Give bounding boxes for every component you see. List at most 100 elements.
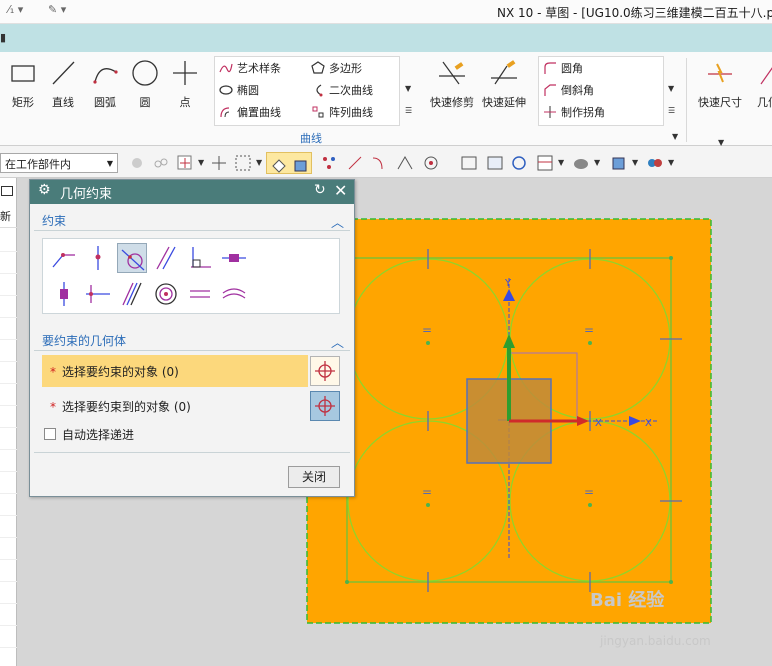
select-object-row[interactable]: * 选择要约束的对象 (0) (42, 355, 308, 387)
studio-spline-item[interactable]: 艺术样条 (219, 58, 281, 78)
navigator-restore-icon[interactable] (1, 186, 13, 196)
selection-scope-value: 在工作部件内 (5, 158, 71, 171)
perpendicular-icon[interactable] (185, 243, 215, 273)
geometric-label: 几何 (757, 96, 772, 109)
select-filter-icon[interactable] (176, 154, 194, 172)
collinear-icon[interactable] (117, 279, 147, 309)
list-item[interactable] (0, 274, 17, 296)
render-style-icon[interactable] (572, 154, 590, 172)
ellipse-icon (219, 85, 233, 95)
parallel-icon[interactable] (151, 243, 181, 273)
list-item[interactable] (0, 340, 17, 362)
list-item[interactable] (0, 384, 17, 406)
fit-view-icon[interactable] (460, 154, 478, 172)
cube-view-icon[interactable] (610, 154, 628, 172)
curve-snap-icon[interactable] (370, 154, 388, 172)
face-select-icon[interactable] (270, 156, 288, 174)
cube-view-dropdown-icon[interactable]: ▼ (632, 158, 638, 167)
quick-trim-button[interactable]: 快速修剪 (428, 58, 476, 114)
zoom-icon[interactable] (486, 154, 504, 172)
quick-extend-label: 快速延伸 (482, 96, 526, 109)
line-button[interactable]: 直线 (40, 58, 86, 114)
link-icon[interactable] (152, 154, 170, 172)
list-item[interactable] (0, 472, 17, 494)
horizontal-icon[interactable] (219, 243, 249, 273)
rapid-dimension-button[interactable]: 快速尺寸 (696, 58, 744, 114)
box-select-icon[interactable] (234, 154, 252, 172)
ellipse-item[interactable]: 椭圆 (219, 80, 259, 100)
geometry-section-header[interactable]: 要约束的几何体 ︿ (34, 330, 350, 352)
quick-extend-button[interactable]: 快速延伸 (480, 58, 528, 114)
offset-curve-item[interactable]: 偏置曲线 (219, 102, 281, 122)
curve-gallery-more-icon[interactable]: ☰ (405, 106, 412, 115)
gear-icon[interactable]: ⚙ (38, 182, 51, 198)
ribbon-tab-edge[interactable]: ▮ (0, 31, 6, 44)
snap-icon[interactable] (128, 154, 146, 172)
pattern-curve-item[interactable]: 阵列曲线 (311, 102, 373, 122)
list-item[interactable] (0, 230, 17, 252)
corner-gallery-down-icon[interactable]: ▼ (668, 84, 674, 93)
box-select-dropdown-icon[interactable]: ▼ (256, 158, 262, 167)
endpoint-icon[interactable] (346, 154, 364, 172)
constraint-section-header[interactable]: 约束 ︿ (34, 210, 350, 232)
polygon-item[interactable]: 多边形 (311, 58, 362, 78)
reset-icon[interactable]: ↻ (314, 182, 326, 198)
close-button[interactable]: 关闭 (288, 466, 340, 488)
list-item[interactable] (0, 494, 17, 516)
rotate-icon[interactable] (510, 154, 528, 172)
close-icon[interactable]: ✕ (334, 181, 347, 200)
dialog-title-bar[interactable]: ⚙ 几何约束 ↻ ✕ (30, 180, 354, 204)
display-edit-icon[interactable] (646, 154, 664, 172)
list-item[interactable] (0, 362, 17, 384)
fillet-item[interactable]: 圆角 (543, 58, 583, 78)
auto-advance-checkbox[interactable] (44, 428, 56, 440)
list-item[interactable] (0, 516, 17, 538)
make-corner-item[interactable]: 制作拐角 (543, 102, 605, 122)
make-corner-label: 制作拐角 (561, 106, 605, 119)
vertical-icon[interactable] (49, 279, 79, 309)
corner-gallery-more-icon[interactable]: ☰ (668, 106, 675, 115)
quick-access-icon[interactable]: ⁄₁ ▾ (8, 3, 23, 16)
intersection-icon[interactable] (396, 154, 414, 172)
list-item[interactable] (0, 604, 17, 626)
point-on-curve-icon[interactable] (83, 243, 113, 273)
list-item[interactable] (0, 450, 17, 472)
list-item[interactable] (0, 318, 17, 340)
list-item[interactable] (0, 582, 17, 604)
list-item[interactable] (0, 560, 17, 582)
select-target-row[interactable]: * 选择要约束到的对象 (0) (42, 390, 308, 422)
view-orient-icon[interactable] (536, 154, 554, 172)
list-item[interactable] (0, 428, 17, 450)
list-item[interactable] (0, 538, 17, 560)
crosshair-icon[interactable] (210, 154, 228, 172)
offset-curve-label: 偏置曲线 (237, 106, 281, 119)
pencil-icon[interactable]: ✎ ▾ (48, 3, 66, 16)
view-orient-dropdown-icon[interactable]: ▼ (558, 158, 564, 167)
list-item[interactable] (0, 252, 17, 274)
center-snap-icon[interactable] (422, 154, 440, 172)
midpoint-icon[interactable] (83, 279, 113, 309)
list-item[interactable] (0, 296, 17, 318)
conic-item[interactable]: 二次曲线 (311, 80, 373, 100)
ribbon-group-more-icon[interactable]: ▼ (672, 132, 678, 141)
point-button[interactable]: 点 (162, 58, 208, 114)
selection-scope-select[interactable]: 在工作部件内 ▼ (0, 153, 118, 173)
curve-gallery-down-icon[interactable]: ▼ (405, 84, 411, 93)
list-item[interactable] (0, 406, 17, 428)
equal-length-icon[interactable] (185, 279, 215, 309)
display-edit-dropdown-icon[interactable]: ▼ (668, 158, 674, 167)
render-style-dropdown-icon[interactable]: ▼ (594, 158, 600, 167)
coincident-icon[interactable] (49, 243, 79, 273)
select-target-button[interactable] (310, 391, 340, 421)
ribbon: 矩形 直线 圆弧 圆 点 艺术样条 椭圆 偏置曲线 多边形 二次曲线 阵列曲线 … (0, 52, 772, 147)
equal-radius-icon[interactable] (219, 279, 249, 309)
solid-select-icon[interactable] (292, 156, 310, 174)
point-snap-icon[interactable] (320, 154, 338, 172)
tangent-icon[interactable] (117, 243, 147, 273)
concentric-icon[interactable] (151, 279, 181, 309)
geometric-button[interactable]: 几何 (748, 58, 772, 114)
select-object-button[interactable] (310, 356, 340, 386)
list-item[interactable] (0, 626, 17, 648)
chamfer-item[interactable]: 倒斜角 (543, 80, 594, 100)
select-filter-dropdown-icon[interactable]: ▼ (198, 158, 204, 167)
